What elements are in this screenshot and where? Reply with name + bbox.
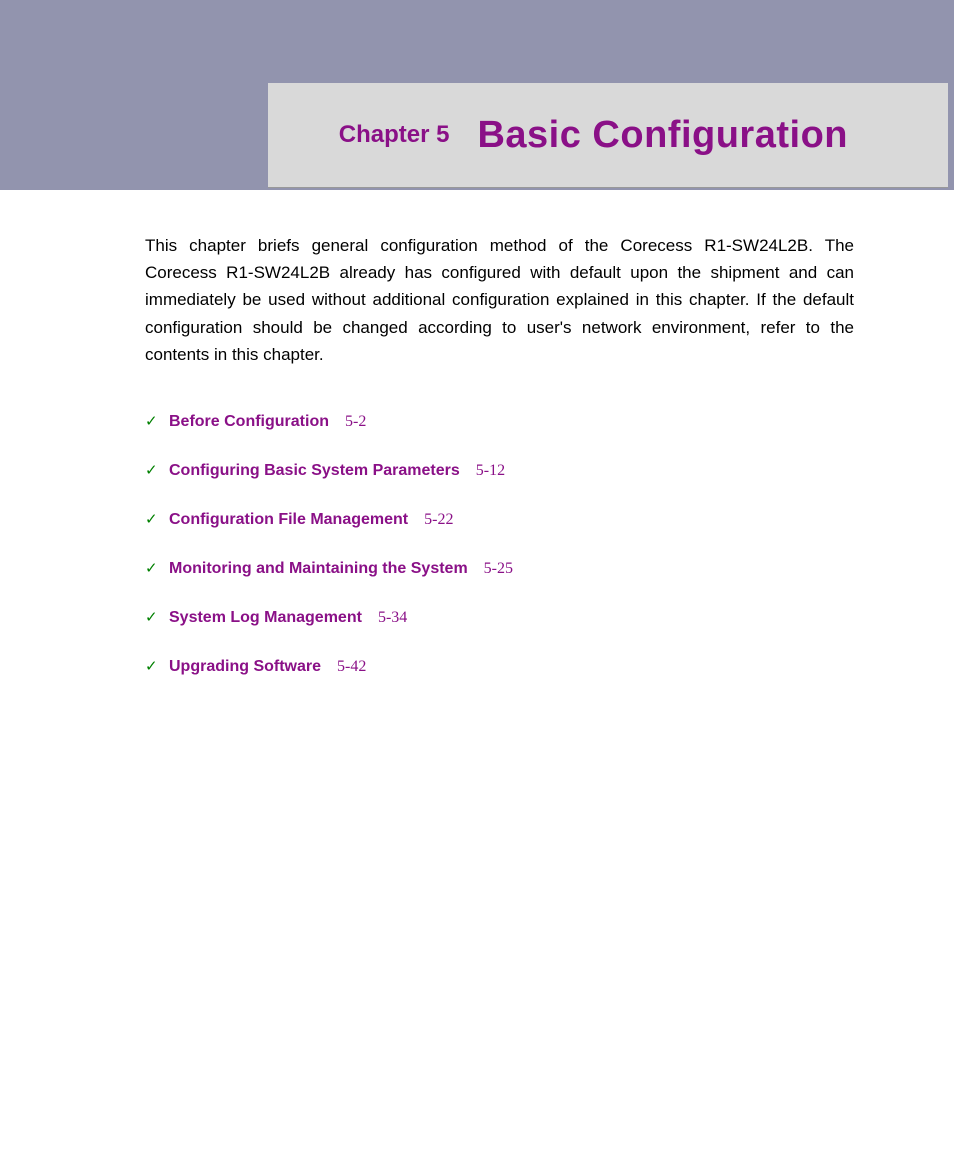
toc-page: 5-34 [378,609,407,627]
toc-item: ✓ Configuring Basic System Parameters 5-… [145,461,854,480]
check-icon: ✓ [145,608,169,626]
check-icon: ✓ [145,461,169,479]
toc-page: 5-2 [345,413,366,431]
toc-label: Configuring Basic System Parameters [169,462,460,480]
check-icon: ✓ [145,510,169,528]
toc-page: 5-22 [424,511,453,529]
chapter-title-box: Chapter 5 Basic Configuration [268,83,948,188]
toc-item: ✓ Upgrading Software 5-42 [145,657,854,676]
toc-page: 5-42 [337,658,366,676]
toc-label: Configuration File Management [169,511,408,529]
toc-item: ✓ Before Configuration 5-2 [145,412,854,431]
toc-label: Monitoring and Maintaining the System [169,560,468,578]
toc-label: Upgrading Software [169,658,321,676]
chapter-label: Chapter 5 [339,121,450,149]
toc-page: 5-12 [476,462,505,480]
toc-item: ✓ Configuration File Management 5-22 [145,510,854,529]
check-icon: ✓ [145,412,169,430]
toc-page: 5-25 [484,560,513,578]
toc-label: Before Configuration [169,413,329,431]
toc-item: ✓ Monitoring and Maintaining the System … [145,559,854,578]
table-of-contents: ✓ Before Configuration 5-2 ✓ Configuring… [145,412,854,676]
header-band: Chapter 5 Basic Configuration [0,0,954,190]
intro-paragraph: This chapter briefs general configuratio… [145,232,854,368]
toc-label: System Log Management [169,609,362,627]
chapter-title: Basic Configuration [477,114,848,157]
check-icon: ✓ [145,559,169,577]
check-icon: ✓ [145,657,169,675]
toc-item: ✓ System Log Management 5-34 [145,608,854,627]
content-area: This chapter briefs general configuratio… [0,190,954,676]
